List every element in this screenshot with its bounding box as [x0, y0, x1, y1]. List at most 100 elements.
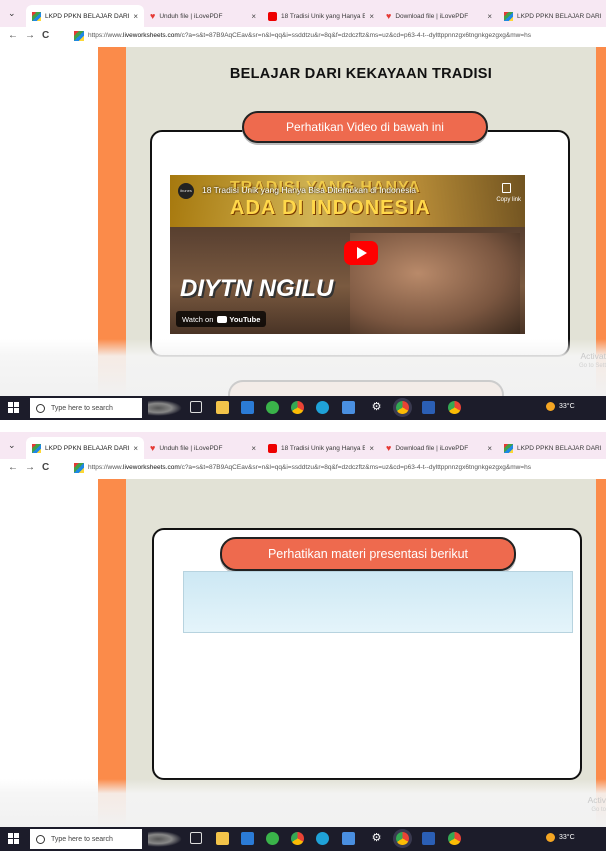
- task-view-icon[interactable]: [190, 832, 202, 844]
- ilovepdf-icon: ♥: [150, 11, 156, 21]
- address-bar: ← → C https://www.liveworksheets.com/c?a…: [0, 27, 606, 48]
- whatsapp-icon[interactable]: [266, 401, 279, 414]
- channel-avatar[interactable]: ibunes: [178, 183, 194, 199]
- liveworksheets-icon: [32, 11, 41, 21]
- ilovepdf-icon: ♥: [150, 443, 156, 453]
- copy-icon[interactable]: [502, 183, 511, 193]
- tab-close-icon[interactable]: ×: [487, 12, 492, 21]
- tab-close-icon[interactable]: ×: [251, 444, 256, 453]
- windows-start-icon[interactable]: [8, 833, 19, 844]
- tab-label: Unduh file | iLovePDF: [159, 444, 223, 452]
- chrome-icon[interactable]: [396, 832, 409, 845]
- presentation-embed[interactable]: [183, 571, 573, 633]
- site-info-icon[interactable]: [74, 463, 84, 473]
- screenshot-2: ⌄ LKPD PPKN BELAJAR DARI K × ♥ Unduh fil…: [0, 432, 606, 851]
- site-info-icon[interactable]: [74, 31, 84, 41]
- play-button[interactable]: [344, 241, 378, 265]
- copy-link-label[interactable]: Copy link: [496, 197, 521, 203]
- tab-lkpd-1[interactable]: LKPD PPKN BELAJAR DARI K ×: [26, 5, 144, 27]
- search-icon: [36, 403, 45, 413]
- back-button[interactable]: ←: [8, 30, 18, 41]
- liveworksheets-icon: [504, 11, 513, 21]
- sun-icon: [546, 833, 555, 842]
- chrome-icon[interactable]: [291, 401, 304, 414]
- task-view-icon[interactable]: [190, 401, 202, 413]
- forward-button[interactable]: →: [25, 462, 35, 473]
- video-title[interactable]: 18 Tradisi Unik yang Hanya Bisa Ditemuka…: [202, 185, 416, 195]
- chrome-icon[interactable]: [396, 401, 409, 414]
- search-placeholder: Type here to search: [51, 835, 113, 843]
- youtube-icon: [268, 443, 277, 453]
- tab-close-icon[interactable]: ×: [133, 444, 138, 453]
- ilovepdf-icon: ♥: [386, 443, 392, 453]
- store-icon[interactable]: [342, 832, 355, 845]
- edge-icon[interactable]: [316, 401, 329, 414]
- weather-widget[interactable]: 33°C: [546, 402, 575, 411]
- tab-youtube-tradisi[interactable]: 18 Tradisi Unik yang Hanya B ×: [262, 437, 380, 459]
- chrome-icon[interactable]: [448, 401, 461, 414]
- tab-label: LKPD PPKN BELAJAR DARI K: [517, 12, 602, 20]
- tab-download-ilovepdf[interactable]: ♥ Download file | iLovePDF ×: [380, 5, 498, 27]
- orange-sidebar-left: [98, 479, 126, 827]
- store-icon[interactable]: [342, 401, 355, 414]
- word-icon[interactable]: [422, 832, 435, 845]
- taskbar-search-box[interactable]: Type here to search: [30, 829, 142, 849]
- tab-download-ilovepdf[interactable]: ♥ Download file | iLovePDF ×: [380, 437, 498, 459]
- windows-taskbar: Type here to search ⚙ 33°C: [0, 396, 606, 420]
- tab-strip: ⌄ LKPD PPKN BELAJAR DARI K × ♥ Unduh fil…: [0, 432, 606, 459]
- youtube-embed[interactable]: TRADISI YANG HANYA ADA DI INDONESIA DIYT…: [170, 175, 525, 334]
- tab-lkpd-1[interactable]: LKPD PPKN BELAJAR DARI K ×: [26, 437, 144, 459]
- tab-close-icon[interactable]: ×: [487, 444, 492, 453]
- forward-button[interactable]: →: [25, 30, 35, 41]
- liveworksheets-icon: [504, 443, 513, 453]
- page-title: BELAJAR DARI KEKAYAAN TRADISI: [229, 66, 493, 82]
- taskbar-bird-widget[interactable]: [148, 400, 182, 416]
- tab-label: LKPD PPKN BELAJAR DARI K: [517, 444, 602, 452]
- tab-unduh-ilovepdf[interactable]: ♥ Unduh file | iLovePDF ×: [144, 5, 262, 27]
- back-button[interactable]: ←: [8, 462, 18, 473]
- tab-close-icon[interactable]: ×: [369, 12, 374, 21]
- mail-icon[interactable]: [241, 832, 254, 845]
- page-viewport: Perhatikan materi presentasi berikut Act…: [0, 479, 606, 827]
- url-field[interactable]: https://www.liveworksheets.com/c?a=s&t=8…: [88, 32, 531, 39]
- chrome-icon[interactable]: [291, 832, 304, 845]
- weather-widget[interactable]: 33°C: [546, 833, 575, 842]
- tab-label: 18 Tradisi Unik yang Hanya B: [281, 12, 366, 20]
- chrome-icon[interactable]: [448, 832, 461, 845]
- watch-on-youtube-button[interactable]: Watch on YouTube: [176, 311, 267, 327]
- taskbar-search-box[interactable]: Type here to search: [30, 398, 142, 418]
- word-icon[interactable]: [422, 401, 435, 414]
- tab-search-chevron-icon[interactable]: ⌄: [8, 8, 16, 19]
- tab-label: 18 Tradisi Unik yang Hanya B: [281, 444, 366, 452]
- settings-icon[interactable]: ⚙: [370, 401, 383, 414]
- youtube-logo: YouTube: [217, 315, 260, 324]
- temperature: 33°C: [559, 834, 575, 841]
- worksheet-page: Perhatikan materi presentasi berikut: [126, 479, 596, 827]
- activate-windows-subtext: Go to: [591, 807, 606, 813]
- url-field[interactable]: https://www.liveworksheets.com/c?a=s&t=8…: [88, 464, 531, 471]
- whatsapp-icon[interactable]: [266, 832, 279, 845]
- tab-unduh-ilovepdf[interactable]: ♥ Unduh file | iLovePDF ×: [144, 437, 262, 459]
- tab-strip: ⌄ LKPD PPKN BELAJAR DARI K × ♥ Unduh fil…: [0, 0, 606, 27]
- reload-button[interactable]: C: [42, 462, 49, 473]
- file-explorer-icon[interactable]: [216, 832, 229, 845]
- settings-icon[interactable]: ⚙: [370, 832, 383, 845]
- tab-close-icon[interactable]: ×: [251, 12, 256, 21]
- tab-close-icon[interactable]: ×: [369, 444, 374, 453]
- tab-lkpd-2[interactable]: LKPD PPKN BELAJAR DARI K ×: [498, 437, 606, 459]
- tab-close-icon[interactable]: ×: [133, 12, 138, 21]
- tab-youtube-tradisi[interactable]: 18 Tradisi Unik yang Hanya B ×: [262, 5, 380, 27]
- youtube-play-icon: [217, 315, 228, 323]
- tab-label: Download file | iLovePDF: [395, 12, 469, 20]
- thumbnail-text-bottom: DIYTN NGILU: [180, 275, 334, 302]
- taskbar-bird-widget[interactable]: [148, 831, 182, 847]
- edge-icon[interactable]: [316, 832, 329, 845]
- reload-button[interactable]: C: [42, 30, 49, 41]
- tab-search-chevron-icon[interactable]: ⌄: [8, 440, 16, 451]
- windows-start-icon[interactable]: [8, 402, 19, 413]
- tab-lkpd-2[interactable]: LKPD PPKN BELAJAR DARI K ×: [498, 5, 606, 27]
- file-explorer-icon[interactable]: [216, 401, 229, 414]
- tab-label: Download file | iLovePDF: [395, 444, 469, 452]
- search-icon: [36, 834, 45, 844]
- mail-icon[interactable]: [241, 401, 254, 414]
